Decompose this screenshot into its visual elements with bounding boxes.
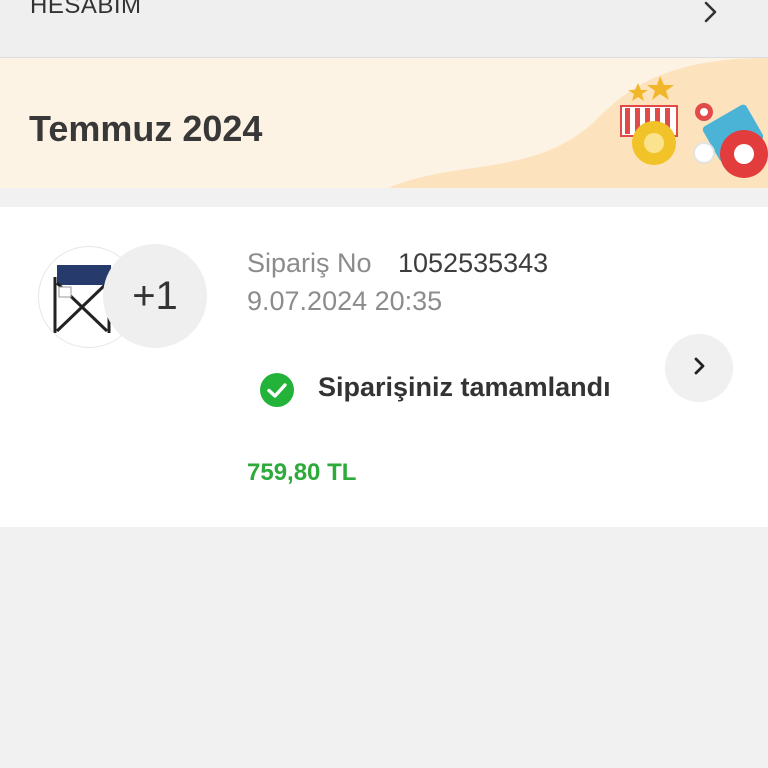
order-number-value: 1052535343 [398, 248, 549, 278]
chevron-right-icon [698, 0, 722, 29]
check-circle-icon [260, 373, 294, 407]
order-detail-button[interactable] [665, 334, 733, 402]
month-banner: Temmuz 2024 [0, 58, 768, 188]
chevron-right-icon [688, 355, 710, 382]
account-row[interactable]: HESABIM [0, 0, 768, 58]
order-status-text: Siparişiniz tamamlandı [318, 372, 611, 402]
month-title: Temmuz 2024 [29, 108, 263, 149]
order-price: 759,80 TL [247, 459, 357, 486]
summer-illustration [388, 58, 768, 188]
account-label: HESABIM [30, 0, 142, 19]
order-number-label: Sipariş No [247, 248, 372, 278]
order-date: 9.07.2024 20:35 [247, 286, 443, 316]
extra-items-badge: +1 [103, 244, 207, 348]
